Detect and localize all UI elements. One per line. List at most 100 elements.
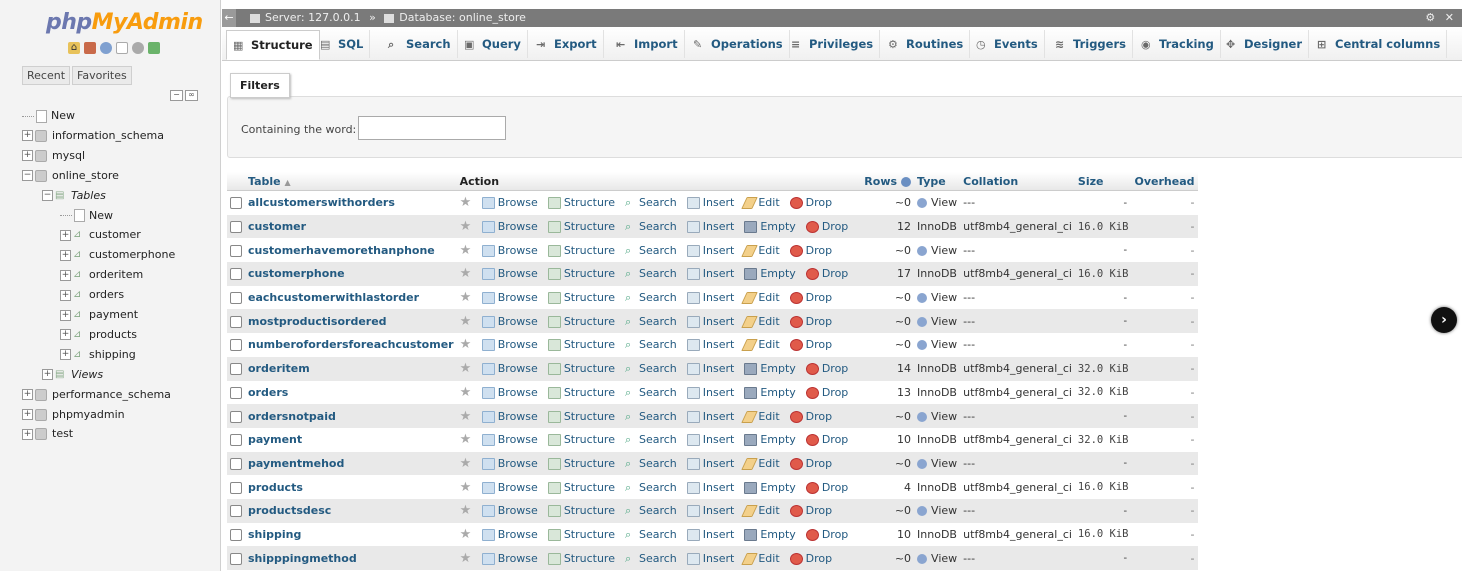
insert-link[interactable]: Insert [686,338,734,352]
tree-item-test[interactable]: + test [22,424,73,444]
expand-icon[interactable]: + [22,428,33,440]
row-checkbox[interactable] [230,434,242,447]
edit-link[interactable]: Edit [741,552,780,565]
drop-link[interactable]: Drop [805,362,848,376]
expand-icon[interactable]: + [60,289,71,301]
row-checkbox[interactable] [230,505,242,518]
row-checkbox[interactable] [230,386,242,399]
logout-icon[interactable] [84,42,96,54]
tree-item-orderitem[interactable]: + ⊿ orderitem [60,265,143,285]
row-checkbox[interactable] [230,221,242,234]
browse-link[interactable]: Browse [481,528,538,541]
filter-input[interactable] [358,116,506,140]
table-name-link[interactable]: mostproductisordered [248,315,387,328]
insert-link[interactable]: Insert [686,552,734,565]
insert-link[interactable]: Insert [686,410,734,423]
expand-icon[interactable]: + [22,409,33,420]
tab-routines[interactable]: ⚙ Routines [882,30,971,58]
browse-link[interactable]: Browse [481,433,538,447]
empty-link[interactable]: Empty [744,267,796,281]
tree-item-label[interactable]: customer [89,228,141,241]
row-checkbox[interactable] [230,315,242,328]
tree-item-new[interactable]: New [22,106,75,126]
drop-link[interactable]: Drop [805,528,848,541]
tab-structure[interactable]: ▦ Structure [226,30,320,60]
drop-link[interactable]: Drop [789,504,832,518]
header-table[interactable]: Table ▲ [245,172,457,191]
search-link[interactable]: ⌕ Search [625,267,677,280]
favorite-star-icon[interactable]: ★ [460,361,472,376]
favorite-star-icon[interactable]: ★ [460,385,472,400]
tab-query[interactable]: ▣ Query [458,30,528,58]
drop-link[interactable]: Drop [805,481,848,494]
browse-link[interactable]: Browse [481,291,538,305]
browse-link[interactable]: Browse [481,267,538,281]
expand-icon[interactable]: + [22,150,33,162]
tree-item-label[interactable]: payment [89,308,138,321]
row-checkbox[interactable] [230,339,242,352]
tab-privileges[interactable]: ≡ Privileges [785,30,881,58]
header-type[interactable]: Type [914,172,961,191]
drop-link[interactable]: Drop [805,267,848,281]
structure-link[interactable]: Structure [547,315,615,328]
structure-link[interactable]: Structure [547,220,615,234]
tree-item-payment[interactable]: + ⊿ payment [60,305,138,325]
insert-link[interactable]: Insert [686,528,734,541]
structure-link[interactable]: Structure [547,244,615,257]
row-checkbox[interactable] [230,528,242,541]
favorite-star-icon[interactable]: ★ [460,290,472,305]
tree-item-label[interactable]: Tables [71,189,106,202]
tree-item-views[interactable]: + ▤ Views [42,365,103,385]
tab-sql[interactable]: ▤ SQL [314,30,371,58]
table-name-link[interactable]: products [248,481,303,494]
drop-link[interactable]: Drop [789,244,832,257]
next-arrow-button[interactable]: › [1431,307,1457,333]
header-collation[interactable]: Collation [960,172,1075,191]
empty-link[interactable]: Empty [744,386,796,399]
edit-link[interactable]: Edit [741,410,780,423]
expand-icon[interactable]: − [22,170,33,182]
favorite-star-icon[interactable]: ★ [460,337,472,352]
tab-import[interactable]: ⇤ Import [610,30,685,58]
drop-link[interactable]: Drop [789,196,832,210]
structure-link[interactable]: Structure [547,504,615,518]
browse-link[interactable]: Browse [481,196,538,210]
browse-link[interactable]: Browse [481,220,538,234]
drop-link[interactable]: Drop [789,552,832,565]
tree-item-information-schema[interactable]: + information_schema [22,126,164,146]
reload-icon[interactable] [148,42,160,54]
tree-item-label[interactable]: New [89,209,113,222]
tab-export[interactable]: ⇥ Export [530,30,604,58]
favorite-star-icon[interactable]: ★ [460,480,472,495]
favorite-star-icon[interactable]: ★ [460,195,472,210]
tree-item-label[interactable]: performance_schema [52,388,171,401]
search-link[interactable]: ⌕ Search [625,315,677,328]
drop-link[interactable]: Drop [789,410,832,423]
search-link[interactable]: ⌕ Search [625,386,677,399]
structure-link[interactable]: Structure [547,481,615,494]
tab-tracking[interactable]: ◉ Tracking [1135,30,1221,58]
tree-item-label[interactable]: products [89,328,137,341]
search-link[interactable]: ⌕ Search [625,528,677,541]
drop-link[interactable]: Drop [805,433,848,447]
drop-link[interactable]: Drop [805,386,848,399]
search-link[interactable]: ⌕ Search [625,433,677,446]
tree-item-label[interactable]: New [51,109,75,122]
row-checkbox[interactable] [230,268,242,281]
favorite-star-icon[interactable]: ★ [460,551,472,566]
row-checkbox[interactable] [230,410,242,423]
empty-link[interactable]: Empty [744,433,796,447]
structure-link[interactable]: Structure [547,410,615,423]
empty-link[interactable]: Empty [744,220,796,234]
rows-help-icon[interactable] [901,176,912,187]
structure-link[interactable]: Structure [547,291,615,305]
table-name-link[interactable]: orders [248,386,288,399]
insert-link[interactable]: Insert [686,504,734,518]
edit-link[interactable]: Edit [741,457,780,470]
search-link[interactable]: ⌕ Search [625,552,677,565]
structure-link[interactable]: Structure [547,457,615,470]
edit-link[interactable]: Edit [741,315,780,328]
tree-item-customer[interactable]: + ⊿ customer [60,225,141,245]
empty-link[interactable]: Empty [744,481,796,494]
drop-link[interactable]: Drop [789,315,832,328]
